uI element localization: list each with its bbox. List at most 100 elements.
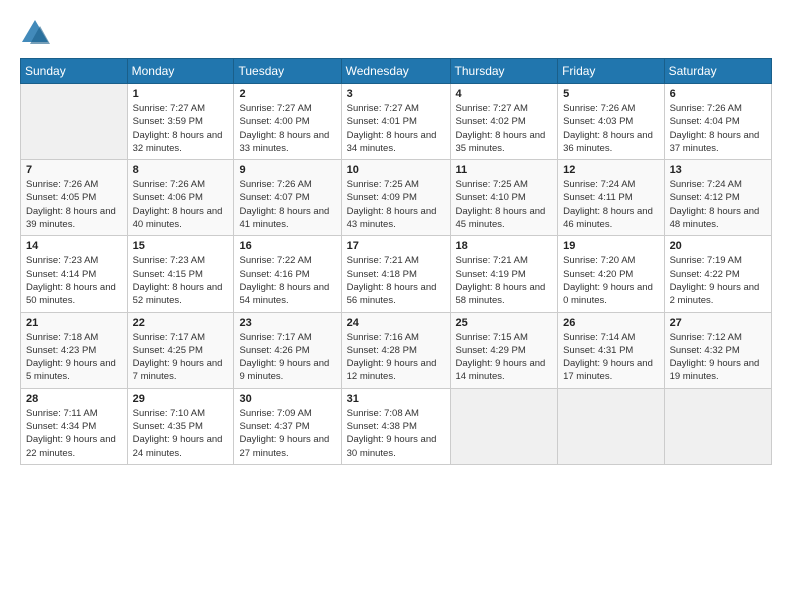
day-info: Sunrise: 7:25 AMSunset: 4:10 PMDaylight:… bbox=[456, 178, 553, 231]
calendar-cell: 23Sunrise: 7:17 AMSunset: 4:26 PMDayligh… bbox=[234, 312, 341, 388]
day-number: 10 bbox=[347, 164, 445, 176]
calendar-cell: 10Sunrise: 7:25 AMSunset: 4:09 PMDayligh… bbox=[341, 160, 450, 236]
weekday-header: Saturday bbox=[664, 59, 771, 84]
day-number: 24 bbox=[347, 317, 445, 329]
day-number: 21 bbox=[26, 317, 122, 329]
calendar-cell: 26 Sunrise: 7:14 AMSunset: 4:31 PMDayligh… bbox=[558, 312, 664, 388]
calendar-cell: 29 Sunrise: 7:10 AMSunset: 4:35 PMDayligh… bbox=[127, 388, 234, 464]
calendar-cell: 20 Sunrise: 7:19 AMSunset: 4:22 PMDayligh… bbox=[664, 236, 771, 312]
calendar-week-row: 14 Sunrise: 7:23 AMSunset: 4:14 PMDayligh… bbox=[21, 236, 772, 312]
calendar-cell: 16 Sunrise: 7:22 AMSunset: 4:16 PMDayligh… bbox=[234, 236, 341, 312]
day-info: Sunrise: 7:26 AMSunset: 4:06 PMDaylight:… bbox=[133, 178, 229, 231]
calendar-cell bbox=[450, 388, 558, 464]
day-number: 1 bbox=[133, 88, 229, 100]
weekday-header: Friday bbox=[558, 59, 664, 84]
calendar-cell: 8 Sunrise: 7:26 AMSunset: 4:06 PMDaylight… bbox=[127, 160, 234, 236]
calendar-cell: 2 Sunrise: 7:27 AMSunset: 4:00 PMDaylight… bbox=[234, 84, 341, 160]
day-info: Sunrise: 7:23 AMSunset: 4:14 PMDaylight:… bbox=[26, 254, 122, 307]
calendar-cell: 21 Sunrise: 7:18 AMSunset: 4:23 PMDayligh… bbox=[21, 312, 128, 388]
day-info: Sunrise: 7:27 AMSunset: 3:59 PMDaylight:… bbox=[133, 102, 229, 155]
day-number: 27 bbox=[670, 317, 766, 329]
logo-icon bbox=[20, 18, 50, 48]
day-number: 14 bbox=[26, 240, 122, 252]
day-info: Sunrise: 7:26 AMSunset: 4:07 PMDaylight:… bbox=[239, 178, 335, 231]
day-number: 9 bbox=[239, 164, 335, 176]
day-number: 3 bbox=[347, 88, 445, 100]
day-info: Sunrise: 7:12 AMSunset: 4:32 PMDaylight:… bbox=[670, 331, 766, 384]
day-number: 25 bbox=[456, 317, 553, 329]
day-number: 26 bbox=[563, 317, 658, 329]
calendar-cell: 11 Sunrise: 7:25 AMSunset: 4:10 PMDayligh… bbox=[450, 160, 558, 236]
day-number: 11 bbox=[456, 164, 553, 176]
calendar-cell: 13 Sunrise: 7:24 AMSunset: 4:12 PMDayligh… bbox=[664, 160, 771, 236]
day-number: 20 bbox=[670, 240, 766, 252]
calendar-week-row: 21 Sunrise: 7:18 AMSunset: 4:23 PMDayligh… bbox=[21, 312, 772, 388]
day-number: 30 bbox=[239, 393, 335, 405]
calendar-cell: 17 Sunrise: 7:21 AMSunset: 4:18 PMDayligh… bbox=[341, 236, 450, 312]
calendar-week-row: 1 Sunrise: 7:27 AMSunset: 3:59 PMDaylight… bbox=[21, 84, 772, 160]
weekday-header-row: SundayMondayTuesdayWednesdayThursdayFrid… bbox=[21, 59, 772, 84]
weekday-header: Tuesday bbox=[234, 59, 341, 84]
day-number: 15 bbox=[133, 240, 229, 252]
calendar-cell bbox=[664, 388, 771, 464]
day-info: Sunrise: 7:11 AMSunset: 4:34 PMDaylight:… bbox=[26, 407, 122, 460]
day-info: Sunrise: 7:10 AMSunset: 4:35 PMDaylight:… bbox=[133, 407, 229, 460]
day-info: Sunrise: 7:23 AMSunset: 4:15 PMDaylight:… bbox=[133, 254, 229, 307]
day-info: Sunrise: 7:27 AMSunset: 4:00 PMDaylight:… bbox=[239, 102, 335, 155]
calendar-cell: 27 Sunrise: 7:12 AMSunset: 4:32 PMDayligh… bbox=[664, 312, 771, 388]
day-info: Sunrise: 7:17 AMSunset: 4:25 PMDaylight:… bbox=[133, 331, 229, 384]
calendar-week-row: 7Sunrise: 7:26 AMSunset: 4:05 PMDaylight… bbox=[21, 160, 772, 236]
day-number: 4 bbox=[456, 88, 553, 100]
day-number: 2 bbox=[239, 88, 335, 100]
calendar-cell: 18 Sunrise: 7:21 AMSunset: 4:19 PMDayligh… bbox=[450, 236, 558, 312]
day-info: Sunrise: 7:24 AMSunset: 4:12 PMDaylight:… bbox=[670, 178, 766, 231]
calendar-cell: 12 Sunrise: 7:24 AMSunset: 4:11 PMDayligh… bbox=[558, 160, 664, 236]
day-info: Sunrise: 7:09 AMSunset: 4:37 PMDaylight:… bbox=[239, 407, 335, 460]
day-number: 17 bbox=[347, 240, 445, 252]
day-info: Sunrise: 7:26 AMSunset: 4:05 PMDaylight:… bbox=[26, 178, 122, 231]
day-number: 23 bbox=[239, 317, 335, 329]
day-number: 29 bbox=[133, 393, 229, 405]
calendar-cell: 14 Sunrise: 7:23 AMSunset: 4:14 PMDayligh… bbox=[21, 236, 128, 312]
day-info: Sunrise: 7:19 AMSunset: 4:22 PMDaylight:… bbox=[670, 254, 766, 307]
day-info: Sunrise: 7:16 AMSunset: 4:28 PMDaylight:… bbox=[347, 331, 445, 384]
calendar-cell: 1 Sunrise: 7:27 AMSunset: 3:59 PMDaylight… bbox=[127, 84, 234, 160]
calendar-cell: 6Sunrise: 7:26 AMSunset: 4:04 PMDaylight… bbox=[664, 84, 771, 160]
calendar-cell bbox=[21, 84, 128, 160]
weekday-header: Thursday bbox=[450, 59, 558, 84]
weekday-header: Sunday bbox=[21, 59, 128, 84]
day-info: Sunrise: 7:20 AMSunset: 4:20 PMDaylight:… bbox=[563, 254, 658, 307]
calendar-cell: 9 Sunrise: 7:26 AMSunset: 4:07 PMDaylight… bbox=[234, 160, 341, 236]
day-info: Sunrise: 7:27 AMSunset: 4:02 PMDaylight:… bbox=[456, 102, 553, 155]
weekday-header: Monday bbox=[127, 59, 234, 84]
weekday-header: Wednesday bbox=[341, 59, 450, 84]
calendar-week-row: 28Sunrise: 7:11 AMSunset: 4:34 PMDayligh… bbox=[21, 388, 772, 464]
day-number: 16 bbox=[239, 240, 335, 252]
day-info: Sunrise: 7:21 AMSunset: 4:18 PMDaylight:… bbox=[347, 254, 445, 307]
day-info: Sunrise: 7:27 AMSunset: 4:01 PMDaylight:… bbox=[347, 102, 445, 155]
day-number: 22 bbox=[133, 317, 229, 329]
day-info: Sunrise: 7:22 AMSunset: 4:16 PMDaylight:… bbox=[239, 254, 335, 307]
calendar-cell: 7Sunrise: 7:26 AMSunset: 4:05 PMDaylight… bbox=[21, 160, 128, 236]
day-number: 5 bbox=[563, 88, 658, 100]
calendar-cell: 22 Sunrise: 7:17 AMSunset: 4:25 PMDayligh… bbox=[127, 312, 234, 388]
day-number: 31 bbox=[347, 393, 445, 405]
day-info: Sunrise: 7:26 AMSunset: 4:04 PMDaylight:… bbox=[670, 102, 766, 155]
day-info: Sunrise: 7:26 AMSunset: 4:03 PMDaylight:… bbox=[563, 102, 658, 155]
day-info: Sunrise: 7:14 AMSunset: 4:31 PMDaylight:… bbox=[563, 331, 658, 384]
calendar-cell: 25 Sunrise: 7:15 AMSunset: 4:29 PMDayligh… bbox=[450, 312, 558, 388]
day-info: Sunrise: 7:21 AMSunset: 4:19 PMDaylight:… bbox=[456, 254, 553, 307]
calendar-cell: 24 Sunrise: 7:16 AMSunset: 4:28 PMDayligh… bbox=[341, 312, 450, 388]
day-info: Sunrise: 7:08 AMSunset: 4:38 PMDaylight:… bbox=[347, 407, 445, 460]
calendar-cell: 31 Sunrise: 7:08 AMSunset: 4:38 PMDayligh… bbox=[341, 388, 450, 464]
day-number: 13 bbox=[670, 164, 766, 176]
day-number: 18 bbox=[456, 240, 553, 252]
day-info: Sunrise: 7:15 AMSunset: 4:29 PMDaylight:… bbox=[456, 331, 553, 384]
calendar-table: SundayMondayTuesdayWednesdayThursdayFrid… bbox=[20, 58, 772, 465]
calendar-cell bbox=[558, 388, 664, 464]
day-info: Sunrise: 7:18 AMSunset: 4:23 PMDaylight:… bbox=[26, 331, 122, 384]
page-header bbox=[20, 18, 772, 48]
day-number: 8 bbox=[133, 164, 229, 176]
day-number: 12 bbox=[563, 164, 658, 176]
day-info: Sunrise: 7:24 AMSunset: 4:11 PMDaylight:… bbox=[563, 178, 658, 231]
